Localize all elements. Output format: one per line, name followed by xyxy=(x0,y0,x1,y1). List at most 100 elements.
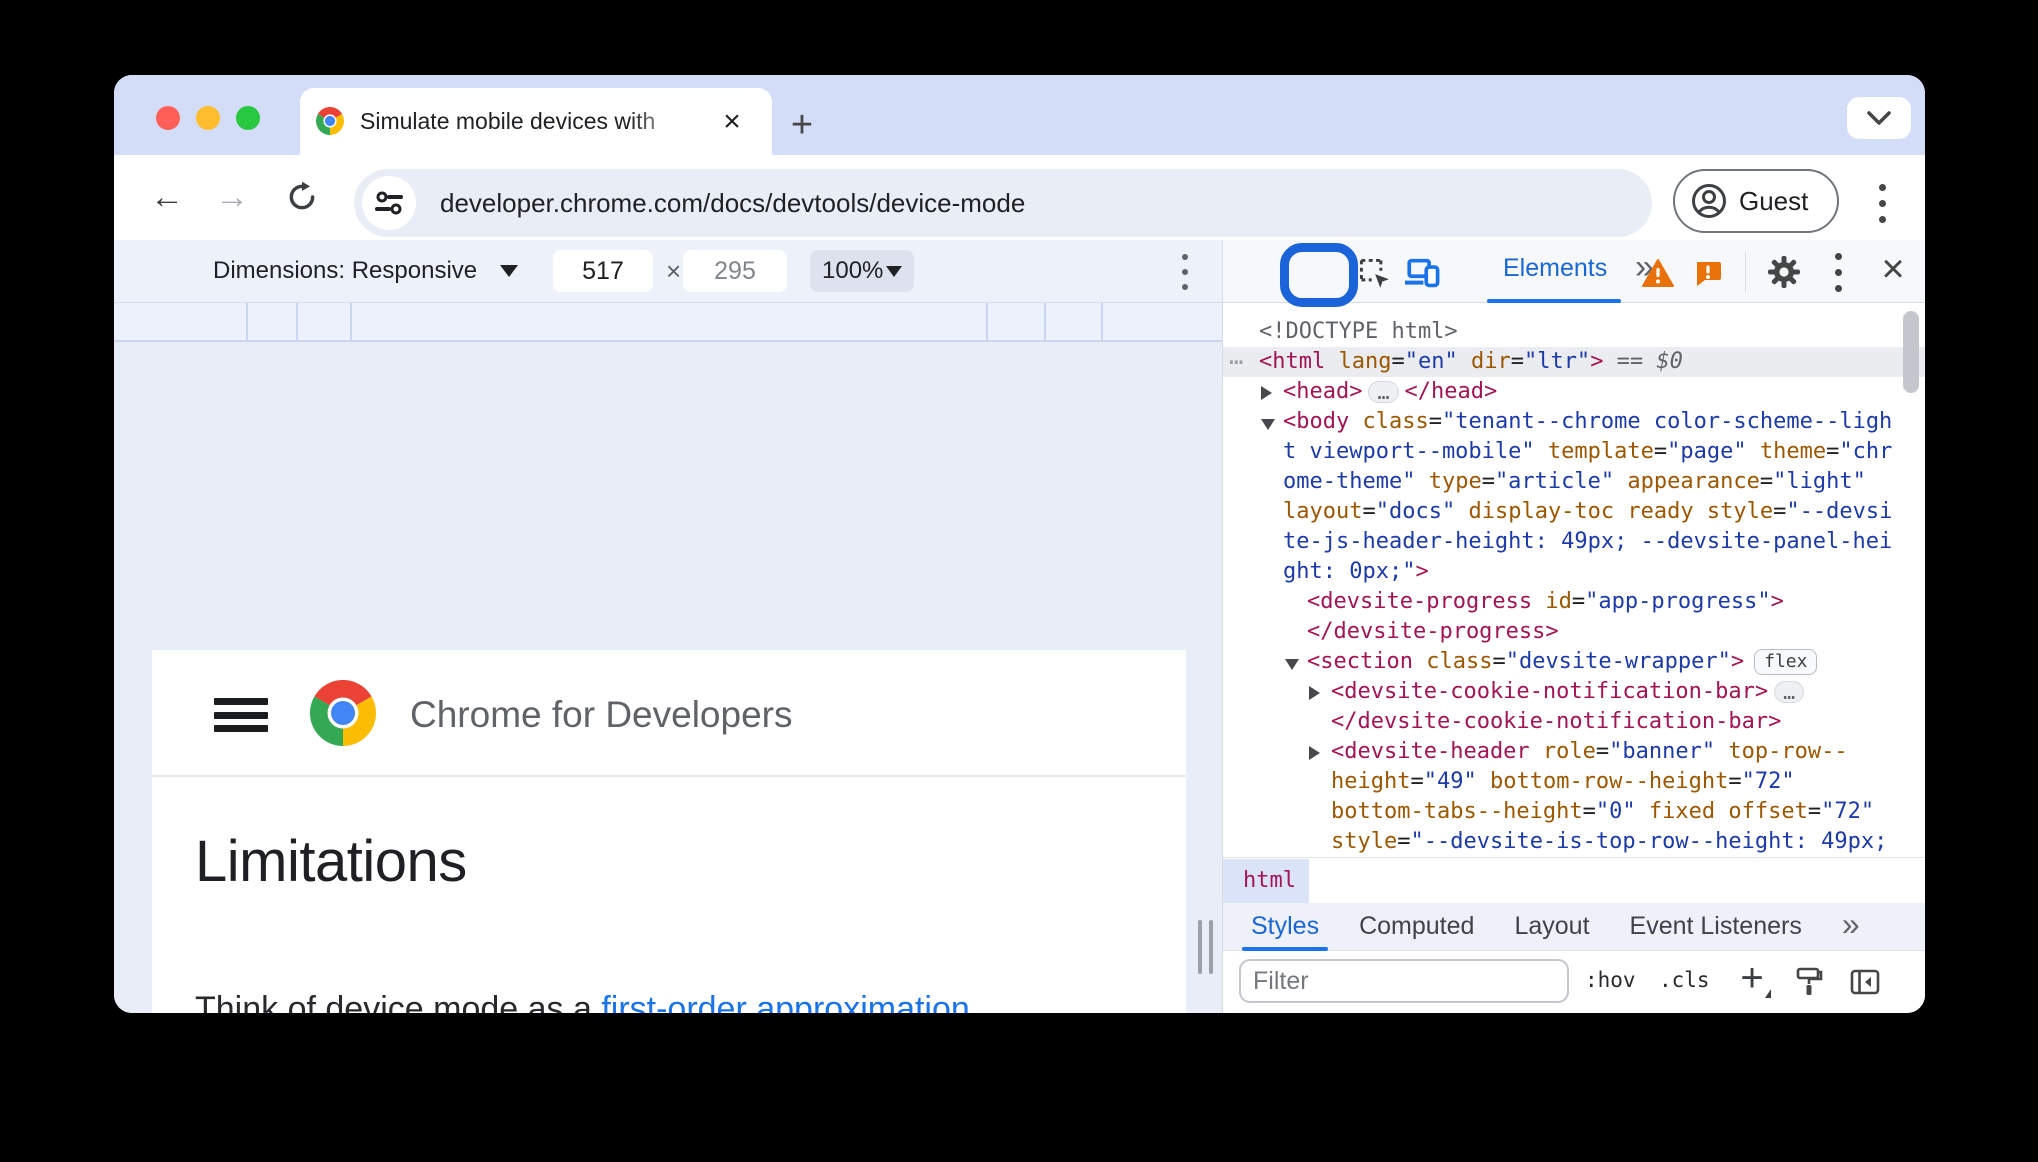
tab-strip: Simulate mobile devices with × + xyxy=(114,75,1925,155)
dom-node-text: = xyxy=(1582,799,1596,824)
dom-node-text xyxy=(1694,499,1707,524)
dom-node-text: display-toc xyxy=(1468,499,1615,524)
dom-tree-line[interactable]: … <html lang="en" dir="ltr"> == $0 xyxy=(1223,342,1925,377)
tab-elements[interactable]: Elements xyxy=(1503,254,1607,283)
toggle-element-classes-button[interactable]: .cls xyxy=(1659,968,1710,992)
browser-menu-button[interactable] xyxy=(1862,181,1902,225)
computed-panel-toggle-button[interactable] xyxy=(1845,963,1885,1001)
hamburger-menu-icon[interactable] xyxy=(214,698,268,732)
devtools-close-button[interactable]: × xyxy=(1873,247,1913,291)
rendering-emulation-button[interactable] xyxy=(1789,963,1829,1001)
collapsed-children-ellipsis-button[interactable]: … xyxy=(1368,381,1399,403)
breakpoint-marker xyxy=(986,303,988,340)
dom-node-text: ome-theme" xyxy=(1283,469,1416,494)
reload-button[interactable] xyxy=(280,175,324,219)
macos-zoom-button[interactable] xyxy=(236,106,260,130)
dom-node-text: lang xyxy=(1338,349,1392,374)
dom-tree-line[interactable]: <head>… </head> xyxy=(1223,377,1925,407)
dom-tree-scrollbar[interactable] xyxy=(1903,311,1919,393)
dom-tree-line[interactable]: <body class="tenant--chrome color-scheme… xyxy=(1223,407,1925,437)
tab-close-icon[interactable]: × xyxy=(714,105,750,141)
media-query-bar[interactable] xyxy=(114,303,1222,342)
tab-computed[interactable]: Computed xyxy=(1359,912,1474,941)
chrome-favicon-icon xyxy=(316,107,344,135)
device-toolbar-options-button[interactable] xyxy=(1166,250,1204,294)
expand-arrow-icon[interactable] xyxy=(1261,386,1272,400)
macos-minimize-button[interactable] xyxy=(196,106,220,130)
breadcrumb-item-html[interactable]: html xyxy=(1223,859,1309,904)
inspect-element-button[interactable] xyxy=(1355,254,1393,292)
new-tab-button[interactable]: + xyxy=(780,104,824,148)
viewport-height-input[interactable]: 295 xyxy=(683,250,787,292)
inline-link[interactable]: first-order approximation xyxy=(601,990,969,1013)
dom-tree-line[interactable]: <!DOCTYPE html> xyxy=(1223,317,1925,347)
dom-node-text: > xyxy=(1730,649,1745,674)
macos-close-button[interactable] xyxy=(156,106,180,130)
dom-tree-line[interactable]: ome-theme" type="article" appearance="li… xyxy=(1223,467,1925,497)
issues-button[interactable] xyxy=(1689,255,1727,291)
dom-node-text xyxy=(1614,499,1627,524)
devtools-settings-button[interactable] xyxy=(1763,252,1805,292)
browser-tab[interactable]: Simulate mobile devices with × xyxy=(300,88,772,155)
warnings-button[interactable] xyxy=(1637,254,1679,292)
paragraph-text: Think of device mode as a xyxy=(195,990,602,1013)
dom-tree-line[interactable]: ght: 0px;"> xyxy=(1223,557,1925,587)
page-heading: Limitations xyxy=(195,829,467,894)
zoom-select[interactable]: 100% xyxy=(810,250,914,292)
dom-node-text: > xyxy=(1770,589,1784,614)
collapse-arrow-icon[interactable] xyxy=(1285,659,1299,670)
styles-filter-input[interactable]: Filter xyxy=(1239,959,1569,1003)
dom-tree-line[interactable]: t viewport--mobile" template="page" them… xyxy=(1223,437,1925,467)
url-text[interactable]: developer.chrome.com/docs/devtools/devic… xyxy=(440,188,1025,219)
omnibox[interactable]: developer.chrome.com/docs/devtools/devic… xyxy=(354,169,1652,237)
dom-node-text: = xyxy=(1571,589,1586,614)
dom-node-text: bottom-tabs--height xyxy=(1331,799,1583,824)
collapse-arrow-icon[interactable] xyxy=(1261,419,1275,430)
dom-tree-line[interactable]: <devsite-cookie-notification-bar>… xyxy=(1223,677,1925,707)
dom-tree-line[interactable]: style="--devsite-is-top-row--height: 49p… xyxy=(1223,827,1925,857)
dom-tree-line[interactable]: <section class="devsite-wrapper"> flex xyxy=(1223,647,1925,677)
dom-tree-line[interactable]: bottom-tabs--height="0" fixed offset="72… xyxy=(1223,797,1925,827)
paint-roller-icon xyxy=(1796,967,1823,995)
dom-node-text: type xyxy=(1428,469,1482,494)
dom-tree-line[interactable]: te-js-header-height: 49px; --devsite-pan… xyxy=(1223,527,1925,557)
toolbar-divider xyxy=(1745,252,1746,292)
device-toolbar-toggle-button[interactable] xyxy=(1401,252,1443,292)
dom-node-text: = xyxy=(1410,769,1424,794)
dom-tree-line[interactable]: <devsite-progress id="app-progress"> xyxy=(1223,587,1925,617)
tab-styles[interactable]: Styles xyxy=(1251,912,1319,941)
dom-node-text: ght: 0px;" xyxy=(1283,559,1416,584)
tab-search-chevron-button[interactable] xyxy=(1847,97,1911,139)
profile-button[interactable]: Guest xyxy=(1673,169,1839,233)
dom-tree[interactable]: <!DOCTYPE html>… <html lang="en" dir="ltr… xyxy=(1223,303,1925,857)
flex-badge[interactable]: flex xyxy=(1754,649,1818,675)
dom-node-text: fixed xyxy=(1648,799,1716,824)
expand-arrow-icon[interactable] xyxy=(1309,686,1320,700)
site-settings-button[interactable] xyxy=(362,176,416,230)
more-sidebar-tabs-chevron[interactable]: » xyxy=(1842,906,1860,943)
back-button[interactable]: ← xyxy=(147,177,187,217)
dom-node-text: style xyxy=(1331,829,1398,854)
toggle-hover-state-button[interactable]: :hov xyxy=(1585,968,1636,992)
dom-tree-line[interactable]: <devsite-header role="banner" top-row-- xyxy=(1223,737,1925,767)
device-mode-canvas: Chrome for Developers Limitations Think … xyxy=(114,342,1222,1013)
viewport-width-input[interactable]: 517 xyxy=(553,250,653,292)
dom-tree-line[interactable]: </devsite-progress> xyxy=(1223,617,1925,647)
dom-node-text: = xyxy=(1362,499,1376,524)
dom-tree-line[interactable]: </devsite-cookie-notification-bar> xyxy=(1223,707,1925,737)
expand-arrow-icon[interactable] xyxy=(1309,746,1320,760)
devtools-menu-button[interactable] xyxy=(1819,250,1857,294)
tab-event-listeners[interactable]: Event Listeners xyxy=(1630,912,1802,941)
dimensions-times-separator: × xyxy=(666,256,682,286)
dom-tree-line[interactable]: layout="docs" display-toc ready style="-… xyxy=(1223,497,1925,527)
dom-node-text xyxy=(1747,439,1760,464)
dom-tree-line[interactable]: height="49" bottom-row--height="72" xyxy=(1223,767,1925,797)
forward-button[interactable]: → xyxy=(212,177,252,217)
tab-layout[interactable]: Layout xyxy=(1514,912,1589,941)
dom-node-text: = xyxy=(1391,349,1405,374)
collapsed-children-ellipsis-button[interactable]: … xyxy=(1774,681,1805,703)
viewport-resize-handle-right[interactable] xyxy=(1198,920,1214,974)
dom-node-text: </head> xyxy=(1404,379,1498,404)
device-toolbar: Dimensions: Responsive 517 × 295 100% xyxy=(114,240,1222,303)
dimensions-select[interactable]: Dimensions: Responsive xyxy=(213,257,477,285)
